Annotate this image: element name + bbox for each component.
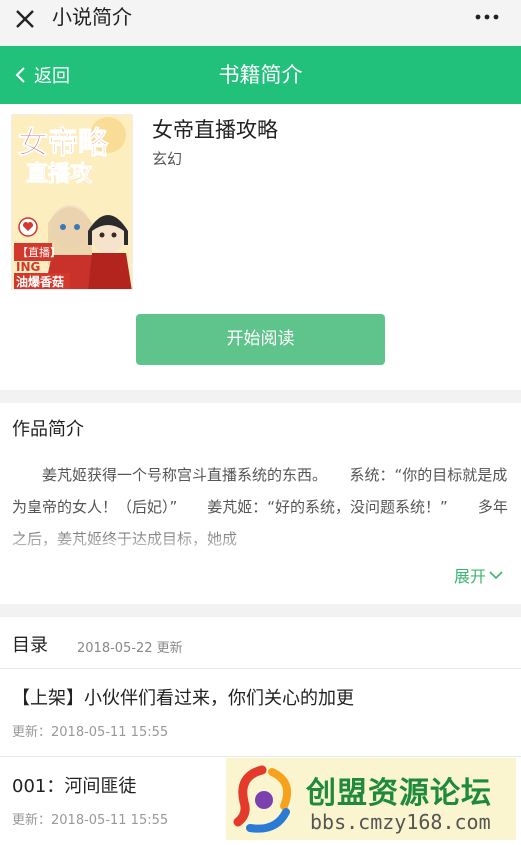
catalog-header: 目录 2018-05-22 更新 (0, 617, 521, 669)
intro-fade (0, 523, 521, 557)
catalog-title: 目录 (12, 635, 48, 656)
chapter-title: 【上架】小伙伴们看过来，你们关心的加更 (12, 688, 354, 709)
catalog-updated: 2018-05-22 更新 (77, 641, 183, 656)
chapter-update-time: 更新：2018-05-11 15:55 (12, 725, 169, 740)
chevron-down-icon (489, 571, 503, 580)
book-info: 女帝略 直播攻 【直播】 ING 油爆香菇 女帝直播攻略 玄幻 开始阅读 (0, 104, 521, 390)
cover-badge-text: 【直播】 (17, 245, 61, 259)
close-icon[interactable] (12, 6, 38, 32)
cover-illustration: 女帝略 直播攻 【直播】 ING 油爆香菇 (12, 115, 132, 289)
expand-button[interactable]: 展开 (454, 563, 503, 587)
page-header: 书籍简介 返回 (0, 46, 521, 104)
cover-author-text: 油爆香菇 (16, 274, 64, 289)
chapter-update-time: 更新：2018-05-11 15:55 (12, 813, 169, 828)
intro-section: 作品简介 姜芃姬获得一个号称宫斗直播系统的东西。 系统：“你的目标就是成为皇帝的… (0, 403, 521, 604)
book-title: 女帝直播攻略 (152, 118, 278, 142)
forum-url: bbs.cmzy168.com (310, 810, 491, 834)
cover-title-line1: 女帝略 (18, 126, 109, 161)
section-divider (0, 604, 521, 617)
book-genre: 玄幻 (152, 150, 183, 168)
back-label: 返回 (34, 66, 70, 87)
chevron-left-icon (15, 67, 25, 83)
cover-ing-text: ING (16, 260, 40, 274)
forum-name: 创盟资源论坛 (306, 776, 492, 811)
forum-logo-icon (233, 765, 291, 833)
chapter-title: 001：河间匪徒 (12, 776, 137, 797)
expand-label: 展开 (453, 567, 486, 586)
page-title: 书籍简介 (218, 63, 303, 87)
section-divider (0, 390, 521, 403)
wechat-page-title: 小说简介 (52, 5, 132, 29)
intro-heading: 作品简介 (12, 419, 84, 440)
back-button[interactable]: 返回 (14, 46, 70, 104)
cover-title-line2: 直播攻 (26, 161, 93, 187)
wechat-bar: 小说简介 (0, 0, 521, 46)
start-reading-button[interactable]: 开始阅读 (136, 314, 385, 365)
chapter-item[interactable]: 【上架】小伙伴们看过来，你们关心的加更 更新：2018-05-11 15:55 (0, 669, 521, 757)
forum-watermark: 创盟资源论坛 bbs.cmzy168.com (226, 758, 516, 840)
book-cover[interactable]: 女帝略 直播攻 【直播】 ING 油爆香菇 (11, 114, 133, 290)
more-icon[interactable] (475, 14, 499, 20)
